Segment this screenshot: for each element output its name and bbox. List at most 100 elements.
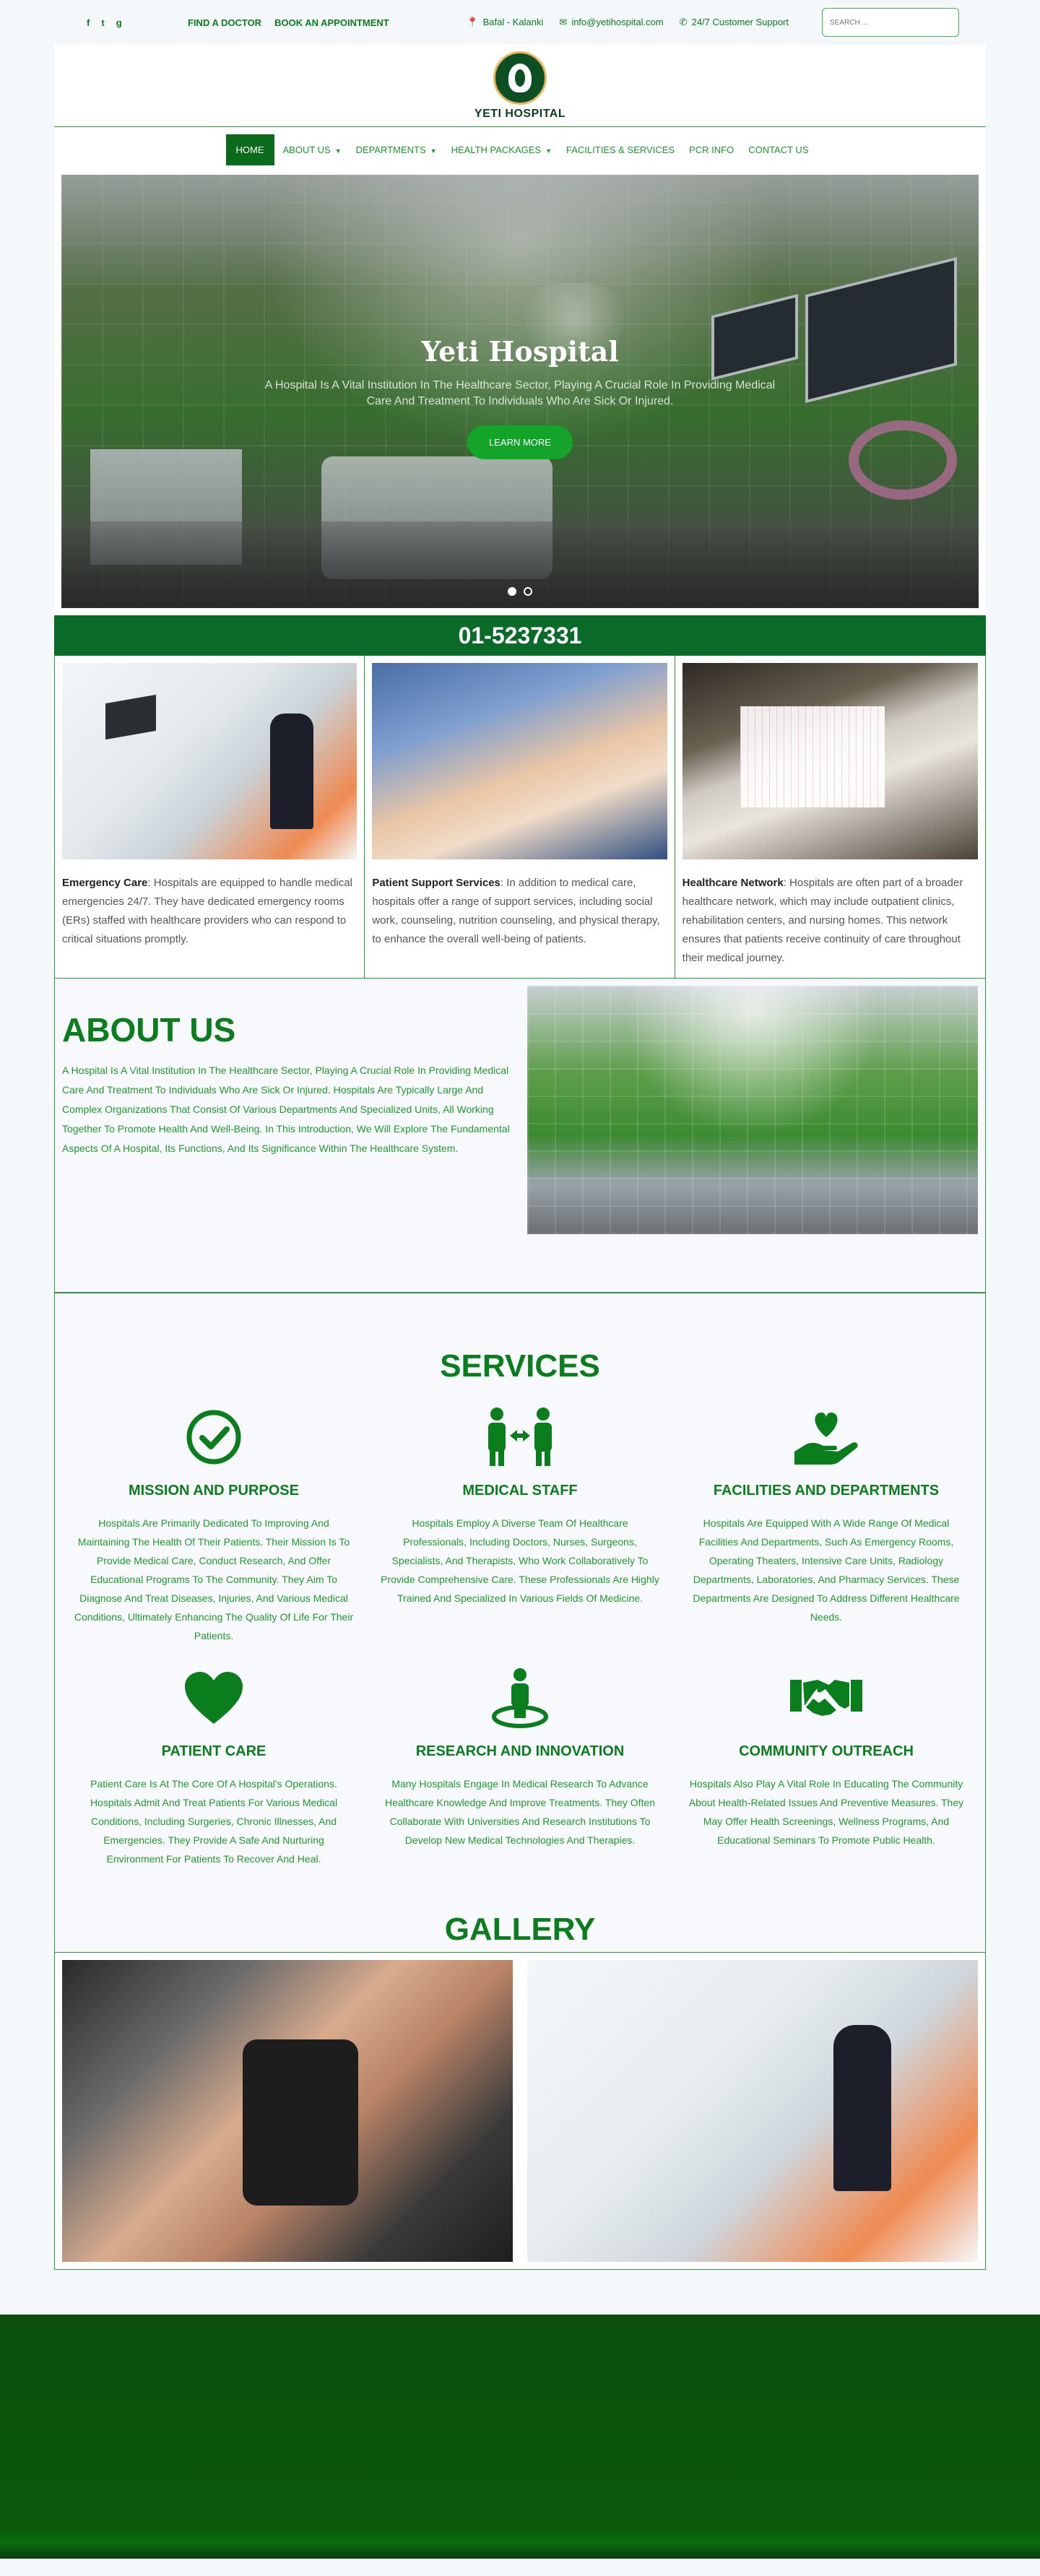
caret-down-icon: ▼ <box>334 147 342 155</box>
feature-text: Patient Support Services: In addition to… <box>372 874 667 949</box>
phone-number[interactable]: 01-5237331 <box>459 623 582 649</box>
service-text: Hospitals Employ A Diverse Team Of Healt… <box>381 1517 659 1604</box>
main-nav: HOME ABOUT US ▼ DEPARTMENTS ▼ HEALTH PACKA… <box>54 127 986 172</box>
check-circle-icon <box>69 1406 358 1468</box>
hand-holding-heart-icon <box>682 1406 971 1468</box>
feature-heading: Emergency Care <box>62 877 148 889</box>
hero-content: Yeti Hospital A Hospital Is A Vital Inst… <box>61 335 979 459</box>
about-section: ABOUT US A Hospital Is A Vital Instituti… <box>54 979 986 1293</box>
nav-label: HOME <box>235 144 264 155</box>
nav-contact-us[interactable]: CONTACT US <box>742 134 814 165</box>
service-item: FACILITIES AND DEPARTMENTS Hospitals Are… <box>682 1406 971 1645</box>
support-info: ✆ 24/7 Customer Support <box>680 17 789 28</box>
service-title: FACILITIES AND DEPARTMENTS <box>713 1483 940 1499</box>
feature-card: Patient Support Services: In addition to… <box>365 656 675 978</box>
features-section: Emergency Care: Hospitals are equipped t… <box>54 656 986 979</box>
caret-down-icon: ▼ <box>430 147 437 155</box>
slider-dot-1[interactable] <box>507 587 516 596</box>
github-icon[interactable]: g <box>116 17 122 28</box>
feature-heading: Patient Support Services <box>372 877 500 889</box>
service-title: PATIENT CARE <box>161 1743 266 1759</box>
email-text[interactable]: info@yetihospital.com <box>571 17 663 27</box>
nav-label: ABOUT US <box>282 144 331 155</box>
email-info[interactable]: ✉ info@yetihospital.com <box>559 17 663 28</box>
services-section: SERVICES MISSION AND PURPOSE Hospitals A… <box>54 1293 986 1887</box>
about-content: ABOUT US A Hospital Is A Vital Instituti… <box>62 986 510 1234</box>
slider-dots <box>61 586 979 599</box>
nav-pcr-info[interactable]: PCR INFO <box>683 134 740 165</box>
book-appointment-link[interactable]: BOOK AN APPOINTMENT <box>274 17 389 28</box>
nav-label: FACILITIES & SERVICES <box>566 144 675 155</box>
facebook-icon[interactable]: f <box>87 17 90 28</box>
service-text: Patient Care Is At The Core Of A Hospita… <box>90 1778 338 1865</box>
footer <box>0 2315 1040 2559</box>
feature-image <box>372 663 667 859</box>
service-item: RESEARCH AND INNOVATION Many Hospitals E… <box>376 1667 664 1868</box>
nav-departments[interactable]: DEPARTMENTS ▼ <box>350 134 443 165</box>
social-links: f t g <box>87 17 188 28</box>
service-item: MISSION AND PURPOSE Hospitals Are Primar… <box>69 1406 358 1645</box>
contact-info: 📍 Bafal - Kalanki ✉ info@yetihospital.com … <box>467 17 789 28</box>
service-item: MEDICAL STAFF Hospitals Employ A Diverse… <box>376 1406 664 1645</box>
address-info: 📍 Bafal - Kalanki <box>467 17 543 28</box>
address-text: Bafal - Kalanki <box>482 17 544 27</box>
service-title: MEDICAL STAFF <box>462 1483 578 1499</box>
nav-label: DEPARTMENTS <box>355 144 426 155</box>
logo-area: YETI HOSPITAL <box>54 45 986 127</box>
feature-card: Emergency Care: Hospitals are equipped t… <box>55 656 365 978</box>
hero-wrapper: Yeti Hospital A Hospital Is A Vital Inst… <box>54 172 986 608</box>
about-title: ABOUT US <box>62 1011 236 1049</box>
phone-icon: ✆ <box>679 17 688 27</box>
logo-icon[interactable] <box>493 51 547 105</box>
service-item: COMMUNITY OUTREACH Hospitals Also Play A… <box>682 1667 971 1868</box>
nav-label: PCR INFO <box>689 144 734 155</box>
phone-band: 01-5237331 <box>54 615 986 656</box>
gallery-image[interactable] <box>527 1960 978 2262</box>
nav-health-packages[interactable]: HEALTH PACKAGES ▼ <box>446 134 558 165</box>
hero-title: Yeti Hospital <box>421 335 619 368</box>
feature-text: Healthcare Network: Hospitals are often … <box>682 874 978 968</box>
nav-facilities-services[interactable]: FACILITIES & SERVICES <box>560 134 680 165</box>
about-image <box>527 986 978 1234</box>
service-title: COMMUNITY OUTREACH <box>739 1743 914 1759</box>
handshake-icon <box>682 1667 971 1729</box>
hero-slider: Yeti Hospital A Hospital Is A Vital Inst… <box>61 175 979 608</box>
service-text: Hospitals Are Primarily Dedicated To Imp… <box>74 1517 354 1642</box>
learn-more-button[interactable]: LEARN MORE <box>467 425 573 459</box>
gallery-title: GALLERY <box>444 1912 596 1947</box>
twitter-icon[interactable]: t <box>101 17 104 28</box>
find-doctor-link[interactable]: FIND A DOCTOR <box>188 17 261 28</box>
nav-home[interactable]: HOME <box>225 134 274 165</box>
services-title: SERVICES <box>440 1348 600 1384</box>
search-input[interactable] <box>822 8 959 37</box>
slider-dot-2[interactable] <box>524 587 533 596</box>
feature-image <box>62 663 358 859</box>
services-grid: MISSION AND PURPOSE Hospitals Are Primar… <box>62 1406 978 1868</box>
gallery-section: GALLERY <box>54 1887 986 2270</box>
nav-label: CONTACT US <box>748 144 809 155</box>
support-text: 24/7 Customer Support <box>691 17 789 27</box>
service-title: MISSION AND PURPOSE <box>129 1483 299 1499</box>
nav-about-us[interactable]: ABOUT US ▼ <box>277 134 347 165</box>
feature-image <box>682 663 978 859</box>
heart-icon <box>69 1667 358 1729</box>
hero-text: A Hospital Is A Vital Institution In The… <box>264 379 776 407</box>
service-title: RESEARCH AND INNOVATION <box>415 1743 625 1759</box>
service-text: Many Hospitals Engage In Medical Researc… <box>384 1778 656 1846</box>
service-text: Hospitals Are Equipped With A Wide Range… <box>693 1517 960 1623</box>
top-bar: f t g FIND A DOCTOR BOOK AN APPOINTMENT … <box>0 0 1040 45</box>
feature-body: : Hospitals are often part of a broader … <box>682 877 963 964</box>
main-container: YETI HOSPITAL HOME ABOUT US ▼ DEPARTMENTS… <box>54 45 986 2270</box>
gallery-header: GALLERY <box>55 1887 985 1953</box>
top-links: FIND A DOCTOR BOOK AN APPOINTMENT <box>188 17 389 28</box>
gallery-grid <box>55 1953 985 2269</box>
service-text: Hospitals Also Play A Vital Role In Educ… <box>688 1778 964 1846</box>
person-circle-icon <box>376 1667 664 1729</box>
envelope-icon: ✉ <box>559 17 568 27</box>
feature-text: Emergency Care: Hospitals are equipped t… <box>62 874 357 949</box>
caret-down-icon: ▼ <box>545 147 552 155</box>
page-spacer <box>0 2270 1040 2315</box>
service-item: PATIENT CARE Patient Care Is At The Core… <box>69 1667 358 1868</box>
gallery-image[interactable] <box>62 1960 513 2262</box>
brand-name: YETI HOSPITAL <box>474 107 566 120</box>
